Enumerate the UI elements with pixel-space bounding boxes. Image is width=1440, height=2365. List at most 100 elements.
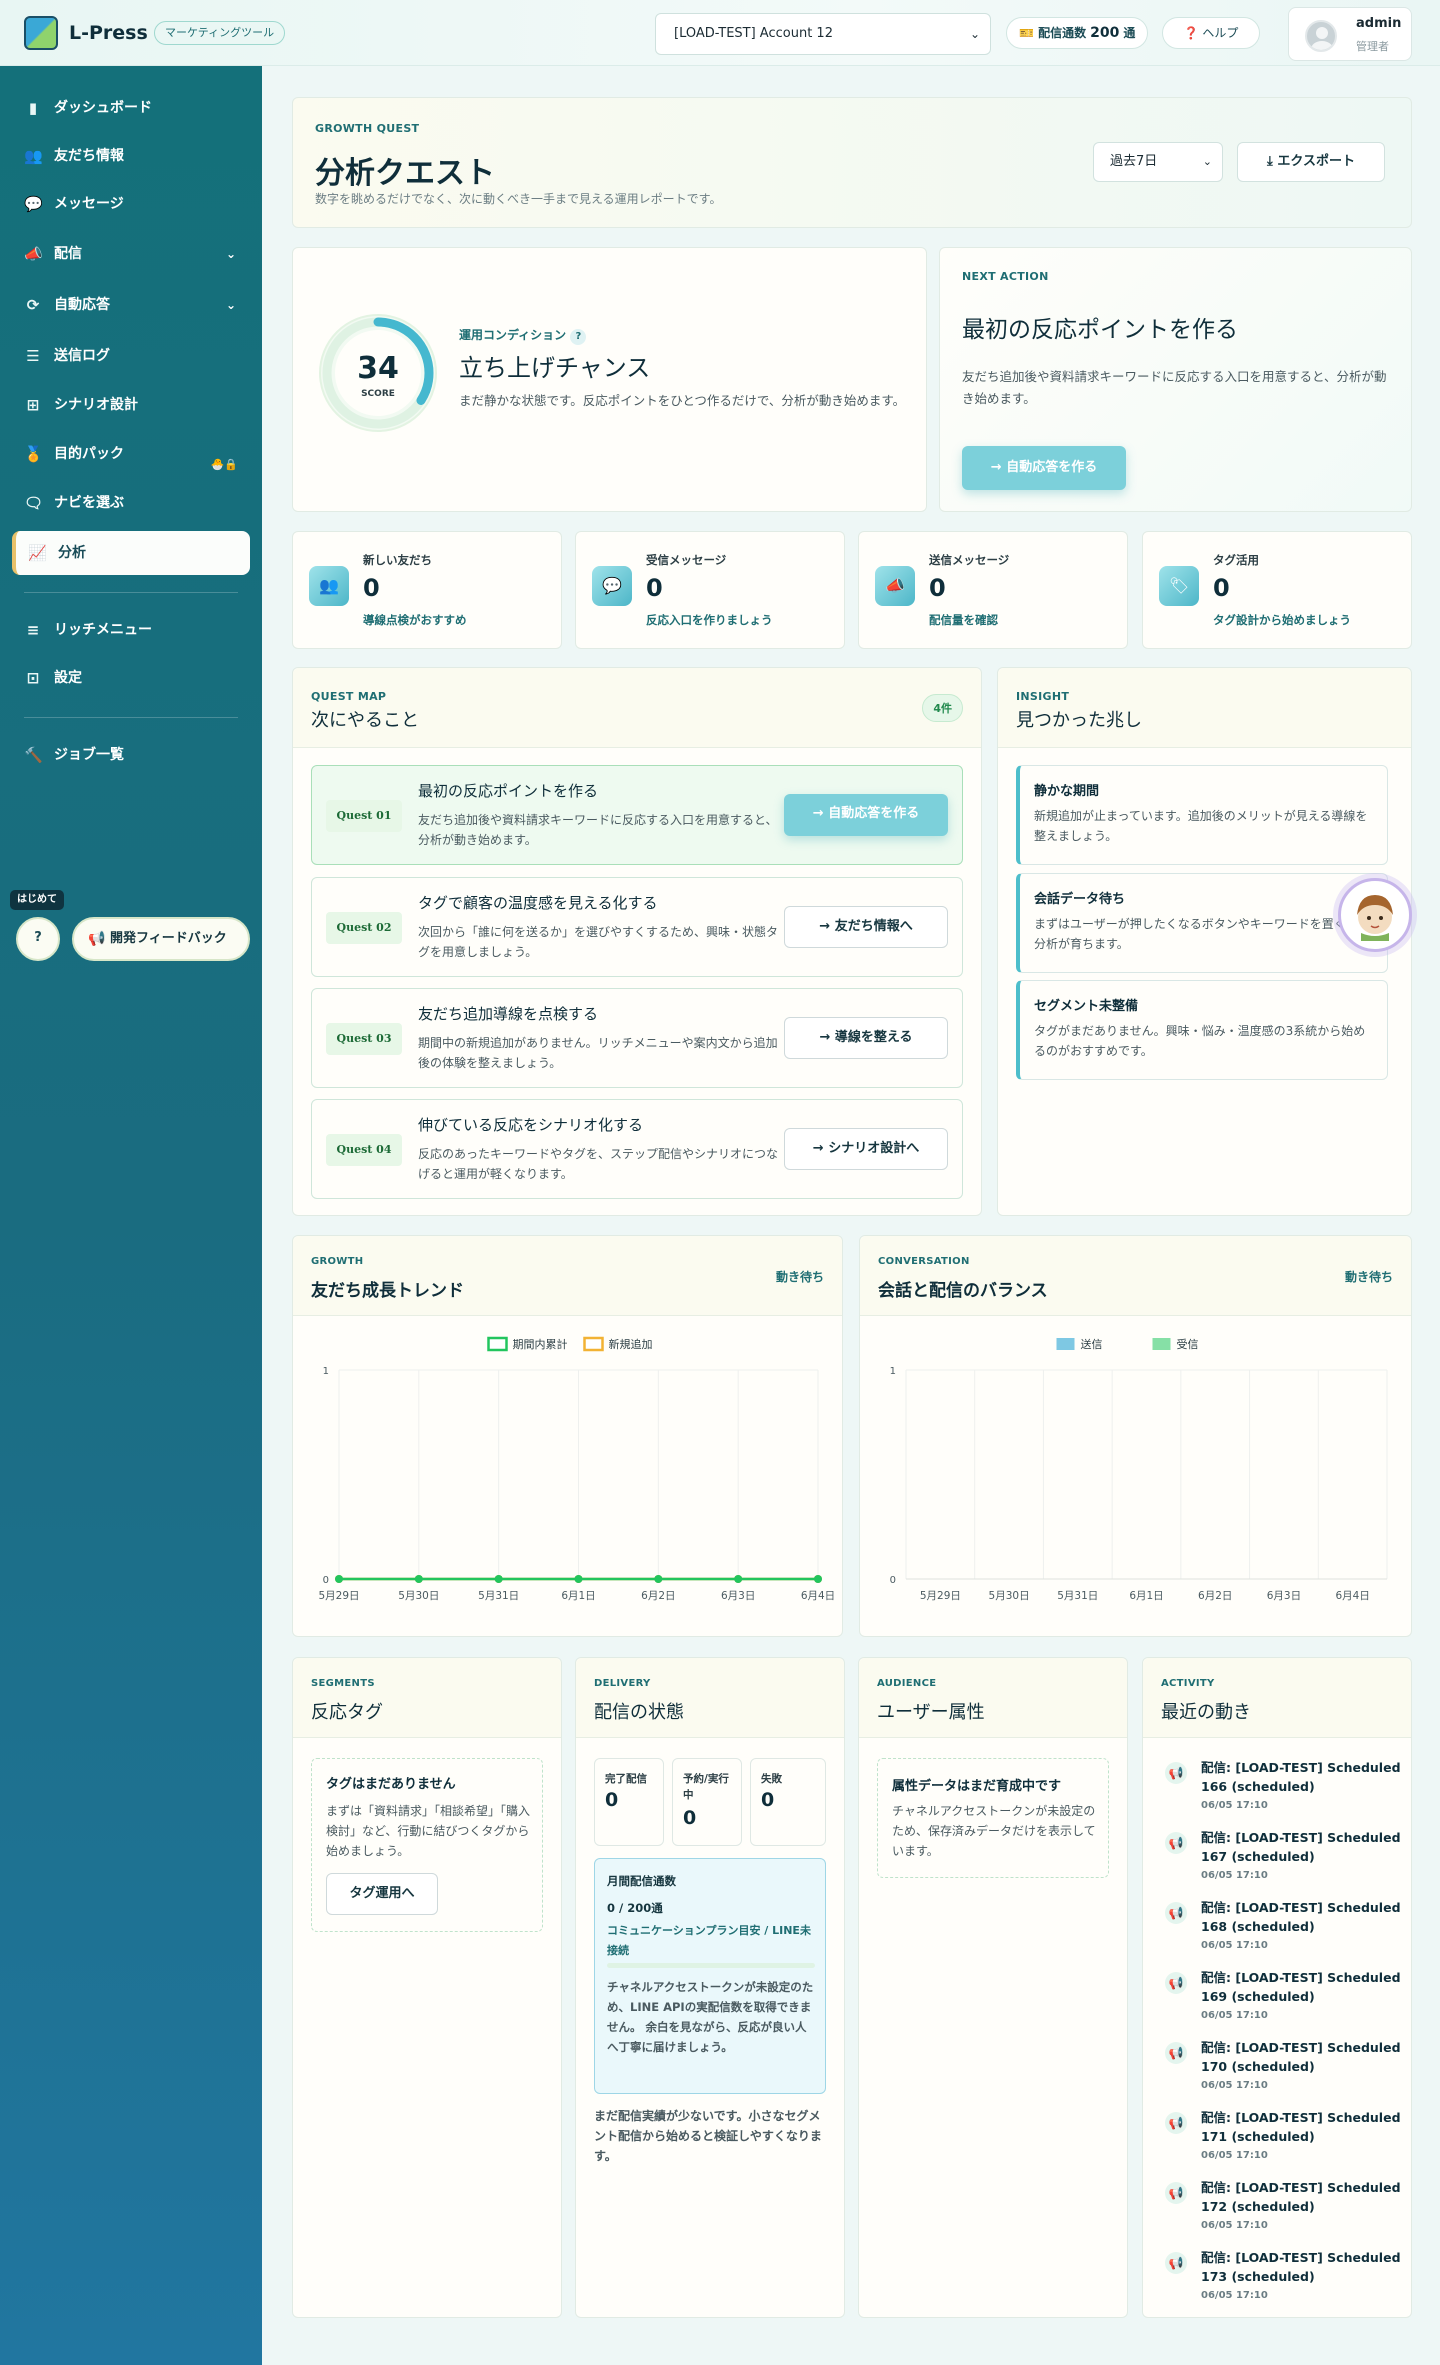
sidebar-item-messages[interactable]: 💬 メッセージ xyxy=(12,184,250,224)
feedback-label: 開発フィードバック xyxy=(110,931,227,946)
activity-item[interactable]: 📢 配信: [LOAD-TEST] Scheduled 169 (schedule… xyxy=(1161,1968,1401,2038)
sidebar-item-label: ダッシュボード xyxy=(54,100,152,116)
user-menu[interactable]: admin 管理者 xyxy=(1288,7,1412,61)
stat-hint: 導線点検がおすすめ xyxy=(363,613,467,627)
brand-logo[interactable] xyxy=(24,16,58,50)
sidebar-item-autoreply[interactable]: ⟳ 自動応答 ⌄ xyxy=(12,285,250,325)
create-autoreply-label: 自動応答を作る xyxy=(1006,460,1098,475)
sidebar-item-broadcast[interactable]: 📣 配信 ⌄ xyxy=(12,234,250,274)
activity-item[interactable]: 📢 配信: [LOAD-TEST] Scheduled 171 (schedule… xyxy=(1161,2108,1401,2178)
sidebar-item-label: 分析 xyxy=(58,545,86,561)
quest-desc: 次回から「誰に何を送るか」を選びやすくするため、興味・状態タグを用意しましょう。 xyxy=(418,925,779,959)
sidebar-item-send-log[interactable]: ☰ 送信ログ xyxy=(12,336,250,376)
legend-swatch xyxy=(1056,1338,1075,1350)
quota-progress-bar xyxy=(607,1963,815,1968)
quest-action-button[interactable]: → シナリオ設計へ xyxy=(784,1128,948,1170)
sidebar-item-purpose-pack[interactable]: 🏅 目的パック 🐣🔒 xyxy=(12,434,250,474)
stat-hint: タグ設計から始めましょう xyxy=(1213,613,1351,627)
insight-item-title: セグメント未整備 xyxy=(1034,999,1139,1014)
megaphone-icon: 📣 xyxy=(875,566,915,606)
activity-item[interactable]: 📢 配信: [LOAD-TEST] Scheduled 168 (schedule… xyxy=(1161,1898,1401,1968)
sidebar-item-friends[interactable]: 👥 友だち情報 xyxy=(12,136,250,176)
sidebar-item-dashboard[interactable]: ▮ ダッシュボード xyxy=(12,88,250,128)
data-point xyxy=(654,1575,663,1583)
sidebar-item-scenario[interactable]: ⊞ シナリオ設計 xyxy=(12,385,250,425)
page-title: 分析クエスト xyxy=(315,156,495,191)
quest-action-button[interactable]: → 友だち情報へ xyxy=(784,906,948,948)
megaphone-icon: 📢 xyxy=(1165,1762,1187,1784)
activity-item[interactable]: 📢 配信: [LOAD-TEST] Scheduled 166 (schedule… xyxy=(1161,1758,1401,1828)
quota-note: チャネルアクセストークンが未設定のため、LINE APIの実配信数を取得できませ… xyxy=(607,1980,814,2054)
quest-tag: Quest 02 xyxy=(326,912,402,944)
feedback-button[interactable]: 📢 開発フィードバック xyxy=(72,917,250,961)
list-icon: ☰ xyxy=(26,347,40,365)
stat-value: 0 xyxy=(363,574,380,602)
sidebar-item-settings[interactable]: ⊡ 設定 xyxy=(12,658,250,698)
sidebar-item-jobs[interactable]: 🔨 ジョブ一覧 xyxy=(12,735,250,775)
activity-item-title: 配信: [LOAD-TEST] Scheduled 166 (scheduled… xyxy=(1201,1760,1401,1794)
account-select[interactable]: [LOAD-TEST] Account 12 ⌄ xyxy=(655,13,991,55)
data-point xyxy=(574,1575,583,1583)
first-time-badge: はじめて xyxy=(10,890,64,910)
quest-count-badge: 4件 xyxy=(922,694,963,722)
sidebar-item-navi[interactable]: 🗨 ナビを選ぶ xyxy=(12,483,250,523)
quest-title: 最初の反応ポイントを作る xyxy=(418,782,599,800)
top-bar: L-Press マーケティングツール [LOAD-TEST] Account 1… xyxy=(0,0,1440,66)
info-icon[interactable]: ? xyxy=(570,329,587,345)
quest-title: タグで顧客の温度感を見える化する xyxy=(418,894,658,912)
help-button[interactable]: ❓ ヘルプ xyxy=(1162,17,1260,49)
megaphone-icon: 📢 xyxy=(1165,2252,1187,2274)
activity-item[interactable]: 📢 配信: [LOAD-TEST] Scheduled 172 (schedule… xyxy=(1161,2178,1401,2248)
lock-icon: 🐣🔒 xyxy=(210,458,238,471)
megaphone-icon: 📢 xyxy=(1165,2042,1187,2064)
activity-title: 最近の動き xyxy=(1161,1702,1251,1723)
chat-icon: 💬 xyxy=(592,566,632,606)
sidebar-item-rich-menu[interactable]: ≡ リッチメニュー xyxy=(12,610,250,650)
assistant-avatar[interactable] xyxy=(1338,878,1412,952)
export-button[interactable]: ⤓ エクスポート xyxy=(1237,142,1385,182)
sidebar-item-label: 目的パック xyxy=(54,446,124,462)
activity-item[interactable]: 📢 配信: [LOAD-TEST] Scheduled 167 (schedule… xyxy=(1161,1828,1401,1898)
create-autoreply-button[interactable]: → 自動応答を作る xyxy=(962,446,1126,490)
quest-item: Quest 01 最初の反応ポイントを作る 友だち追加後や資料請求キーワードに反… xyxy=(311,765,963,865)
quest-map-title: 次にやること xyxy=(311,710,419,731)
sidebar-item-label: リッチメニュー xyxy=(54,622,152,638)
delivery-title: 配信の状態 xyxy=(594,1702,684,1723)
sidebar-item-analytics[interactable]: 📈 分析 xyxy=(12,531,250,575)
sidebar-divider xyxy=(24,717,238,718)
audience-card: AUDIENCE ユーザー属性 属性データはまだ育成中です チャネルアクセストー… xyxy=(858,1657,1128,2318)
megaphone-icon: 📢 xyxy=(1165,2112,1187,2134)
activity-item[interactable]: 📢 配信: [LOAD-TEST] Scheduled 170 (schedule… xyxy=(1161,2038,1401,2108)
condition-desc: まだ静かな状態です。反応ポイントをひとつ作るだけで、分析が動き始めます。 xyxy=(459,393,906,408)
monthly-quota-panel: 月間配信通数 0 / 200通 コミュニケーションプラン目安 / LINE未接続… xyxy=(594,1858,826,2094)
delivery-eyebrow: DELIVERY xyxy=(594,1678,651,1689)
delivery-stat-label: 完了配信 xyxy=(605,1773,647,1785)
x-tick-label: 6月3日 xyxy=(721,1590,755,1602)
insight-item: セグメント未整備 タグがまだありません。興味・悩み・温度感の3系統から始めるのが… xyxy=(1016,980,1388,1080)
insight-item-desc: タグがまだありません。興味・悩み・温度感の3系統から始めるのがおすすめです。 xyxy=(1034,1024,1366,1058)
hammer-icon: 🔨 xyxy=(24,746,43,764)
people-icon: 👥 xyxy=(309,566,349,606)
quest-action-button[interactable]: → 導線を整える xyxy=(784,1017,948,1059)
period-select[interactable]: 過去7日 ⌄ xyxy=(1093,142,1223,182)
conversation-bar-chart: 送信 受信 0 1 5月29日 5月30日 5月31日 6月1日 6月2日 6月3日 6月4日 xyxy=(890,1337,1388,1602)
delivery-stat-value: 0 xyxy=(761,1789,775,1811)
activity-item[interactable]: 📢 配信: [LOAD-TEST] Scheduled 173 (schedule… xyxy=(1161,2248,1401,2318)
sidebar-item-label: 自動応答 xyxy=(54,297,110,313)
quest-action-button[interactable]: → 自動応答を作る xyxy=(784,794,948,836)
tag-operation-button[interactable]: タグ運用へ xyxy=(326,1873,438,1915)
activity-item-date: 06/05 17:10 xyxy=(1201,2220,1268,2231)
quest-title: 伸びている反応をシナリオ化する xyxy=(418,1116,644,1134)
speech-icon: 🗨 xyxy=(24,494,44,512)
activity-item-title: 配信: [LOAD-TEST] Scheduled 172 (scheduled… xyxy=(1201,2180,1401,2214)
audience-empty-title: 属性データはまだ育成中です xyxy=(892,1779,1062,1794)
chevron-down-icon: ⌄ xyxy=(969,27,980,41)
menu-icon: ≡ xyxy=(26,621,40,639)
activity-item-date: 06/05 17:10 xyxy=(1201,2290,1268,2301)
onboarding-help-button[interactable]: ? xyxy=(16,917,60,961)
insight-item-desc: まずはユーザーが押したくなるボタンやキーワードを置くと、分析が育ちます。 xyxy=(1034,917,1370,951)
chevron-down-icon: ⌄ xyxy=(1202,155,1212,168)
x-tick-label: 6月2日 xyxy=(1198,1590,1232,1602)
delivery-stat: 予約/実行中 0 xyxy=(672,1758,742,1846)
brand-name[interactable]: L-Press xyxy=(69,22,148,44)
